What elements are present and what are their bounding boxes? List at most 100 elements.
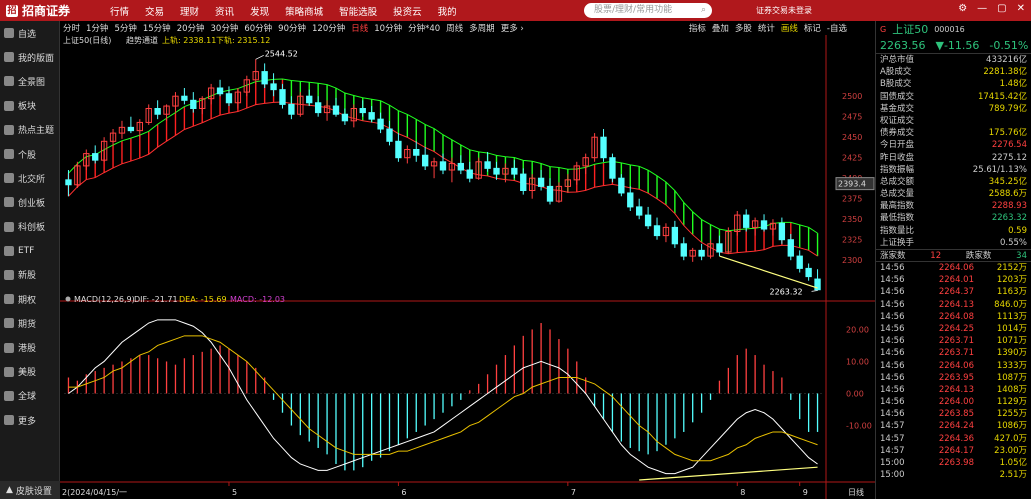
- tool-2[interactable]: 多股: [732, 22, 755, 34]
- period-0[interactable]: 分时: [60, 22, 83, 34]
- tick-row: 14:56 2264.37 1163万: [876, 286, 1031, 298]
- tick-time: 14:56: [880, 323, 905, 334]
- month-label: 6: [401, 488, 406, 497]
- stat-row: 总成交额 345.25亿: [876, 176, 1031, 188]
- tick-row: 14:56 2264.00 1129万: [876, 396, 1031, 408]
- tick-time: 14:56: [880, 311, 905, 322]
- tool-3[interactable]: 统计: [755, 22, 778, 34]
- sidebar-item-14[interactable]: 美股: [0, 360, 59, 384]
- period-2[interactable]: 5分钟: [111, 22, 139, 34]
- brand-name: 招商证券: [22, 4, 71, 18]
- tool-6[interactable]: -自选: [824, 22, 850, 34]
- minimize-icon[interactable]: —: [977, 3, 987, 14]
- sidebar-icon: [4, 390, 14, 401]
- tick-time: 15:00: [880, 470, 905, 481]
- menu-item-7[interactable]: 投资云: [385, 4, 430, 18]
- tick-row: 14:56 2264.25 1014万: [876, 323, 1031, 335]
- period-1[interactable]: 1分钟: [83, 22, 111, 34]
- title-bar: 招招商证券 行情 交易 理财 资讯 发现 策略商城 智能选股 投资云 我的 股票/理财/常用功能…: [0, 0, 1031, 21]
- tool-5[interactable]: 标记: [801, 22, 824, 34]
- menu-item-2[interactable]: 理财: [172, 4, 207, 18]
- tool-1[interactable]: 叠加: [709, 22, 732, 34]
- tick-price: 2263.85: [938, 409, 974, 420]
- month-label: 7: [571, 488, 576, 497]
- sidebar-item-1[interactable]: 我的版面: [0, 45, 59, 69]
- search-input[interactable]: 股票/理财/常用功能 ⌕: [584, 3, 712, 18]
- menu-item-0[interactable]: 行情: [102, 4, 137, 18]
- tool-4[interactable]: 画线: [778, 22, 801, 34]
- tick-row: 14:56 2264.13 846.0万: [876, 299, 1031, 311]
- menu-item-4[interactable]: 发现: [242, 4, 277, 18]
- stat-label: 今日开盘: [880, 140, 915, 151]
- tick-volume: 1129万: [996, 397, 1027, 408]
- sidebar-item-label: 创业板: [18, 198, 46, 209]
- stat-row: 指数量比 0.59: [876, 225, 1031, 237]
- candle-body: [627, 192, 634, 208]
- tick-row: 14:56 2264.08 1113万: [876, 311, 1031, 323]
- close-icon[interactable]: ✕: [1017, 3, 1025, 14]
- price-axis-label: 2375: [842, 195, 862, 204]
- price-axis-label: 2325: [842, 236, 862, 245]
- period-5[interactable]: 30分钟: [208, 22, 242, 34]
- stat-label: 上证换手: [880, 237, 915, 248]
- candle-body: [359, 108, 366, 114]
- period-10[interactable]: 10分钟: [371, 22, 405, 34]
- sidebar-icon: [4, 124, 14, 135]
- menu-item-5[interactable]: 策略商城: [277, 4, 331, 18]
- menu-item-1[interactable]: 交易: [137, 4, 172, 18]
- sidebar-item-13[interactable]: 港股: [0, 335, 59, 359]
- period-3[interactable]: 15分钟: [140, 22, 174, 34]
- tick-volume: 1071万: [996, 336, 1027, 347]
- sidebar-item-0[interactable]: 自选: [0, 21, 59, 45]
- login-status[interactable]: 证券交易未登录: [756, 5, 812, 16]
- stat-row: 国债成交 17415.42亿: [876, 91, 1031, 103]
- price-axis-label: 2425: [842, 154, 862, 163]
- menu-item-6[interactable]: 智能选股: [331, 4, 385, 18]
- macd-axis-label: 10.00: [846, 357, 869, 366]
- tick-price: 2264.08: [938, 311, 974, 322]
- sidebar-item-15[interactable]: 全球: [0, 384, 59, 408]
- sidebar-item-2[interactable]: 全景图: [0, 69, 59, 93]
- period-4[interactable]: 20分钟: [174, 22, 208, 34]
- price-change-pct: -0.51%: [989, 38, 1029, 52]
- stat-label: 最低指数: [880, 213, 915, 224]
- sidebar-item-9[interactable]: ETF: [0, 239, 59, 263]
- period-12[interactable]: 周线: [443, 22, 466, 34]
- sidebar-item-5[interactable]: 个股: [0, 142, 59, 166]
- candle-body: [377, 118, 384, 130]
- chart-svg[interactable]: 上证50(日线) 趋势通道 上轨: 2338.11 下轨: 2315.12 MACD(1…: [60, 35, 875, 499]
- search-icon[interactable]: ⌕: [701, 3, 706, 18]
- menu-item-3[interactable]: 资讯: [207, 4, 242, 18]
- candle-body: [511, 167, 518, 175]
- stat-row: 昨日收盘 2275.12: [876, 152, 1031, 164]
- tool-0[interactable]: 指标: [686, 22, 709, 34]
- sidebar-item-12[interactable]: 期货: [0, 311, 59, 335]
- skin-settings-button[interactable]: ▲ 皮肤设置: [0, 481, 60, 499]
- period-13[interactable]: 多周期: [466, 22, 498, 34]
- candle-body: [618, 177, 625, 194]
- period-14[interactable]: 更多 ›: [498, 22, 527, 34]
- sidebar-item-7[interactable]: 创业板: [0, 190, 59, 214]
- maximize-icon[interactable]: ▢: [997, 3, 1006, 14]
- period-9[interactable]: 日线: [348, 22, 371, 34]
- kline-chart[interactable]: 上证50(日线) 趋势通道 上轨: 2338.11 下轨: 2315.12 MACD(1…: [60, 35, 875, 499]
- period-7[interactable]: 90分钟: [275, 22, 309, 34]
- sidebar-item-10[interactable]: 新股: [0, 263, 59, 287]
- tick-row: 14:56 2263.71 1071万: [876, 335, 1031, 347]
- tick-time: 14:56: [880, 336, 905, 347]
- up-label: 涨家数: [880, 251, 906, 261]
- settings-icon[interactable]: ⚙: [958, 3, 967, 14]
- period-8[interactable]: 120分钟: [309, 22, 348, 34]
- price-change: ▼-11.56: [935, 38, 980, 52]
- sidebar-item-8[interactable]: 科创板: [0, 215, 59, 239]
- tick-volume: 1333万: [996, 360, 1027, 371]
- period-6[interactable]: 60分钟: [241, 22, 275, 34]
- period-11[interactable]: 分钟*40: [405, 22, 443, 34]
- sidebar-item-3[interactable]: 板块: [0, 94, 59, 118]
- sidebar-item-16[interactable]: 更多: [0, 408, 59, 432]
- sidebar-item-6[interactable]: 北交所: [0, 166, 59, 190]
- sidebar-item-4[interactable]: 热点主题: [0, 118, 59, 142]
- sidebar-item-label: 新股: [18, 271, 37, 282]
- menu-item-8[interactable]: 我的: [430, 4, 465, 18]
- sidebar-item-11[interactable]: 期权: [0, 287, 59, 311]
